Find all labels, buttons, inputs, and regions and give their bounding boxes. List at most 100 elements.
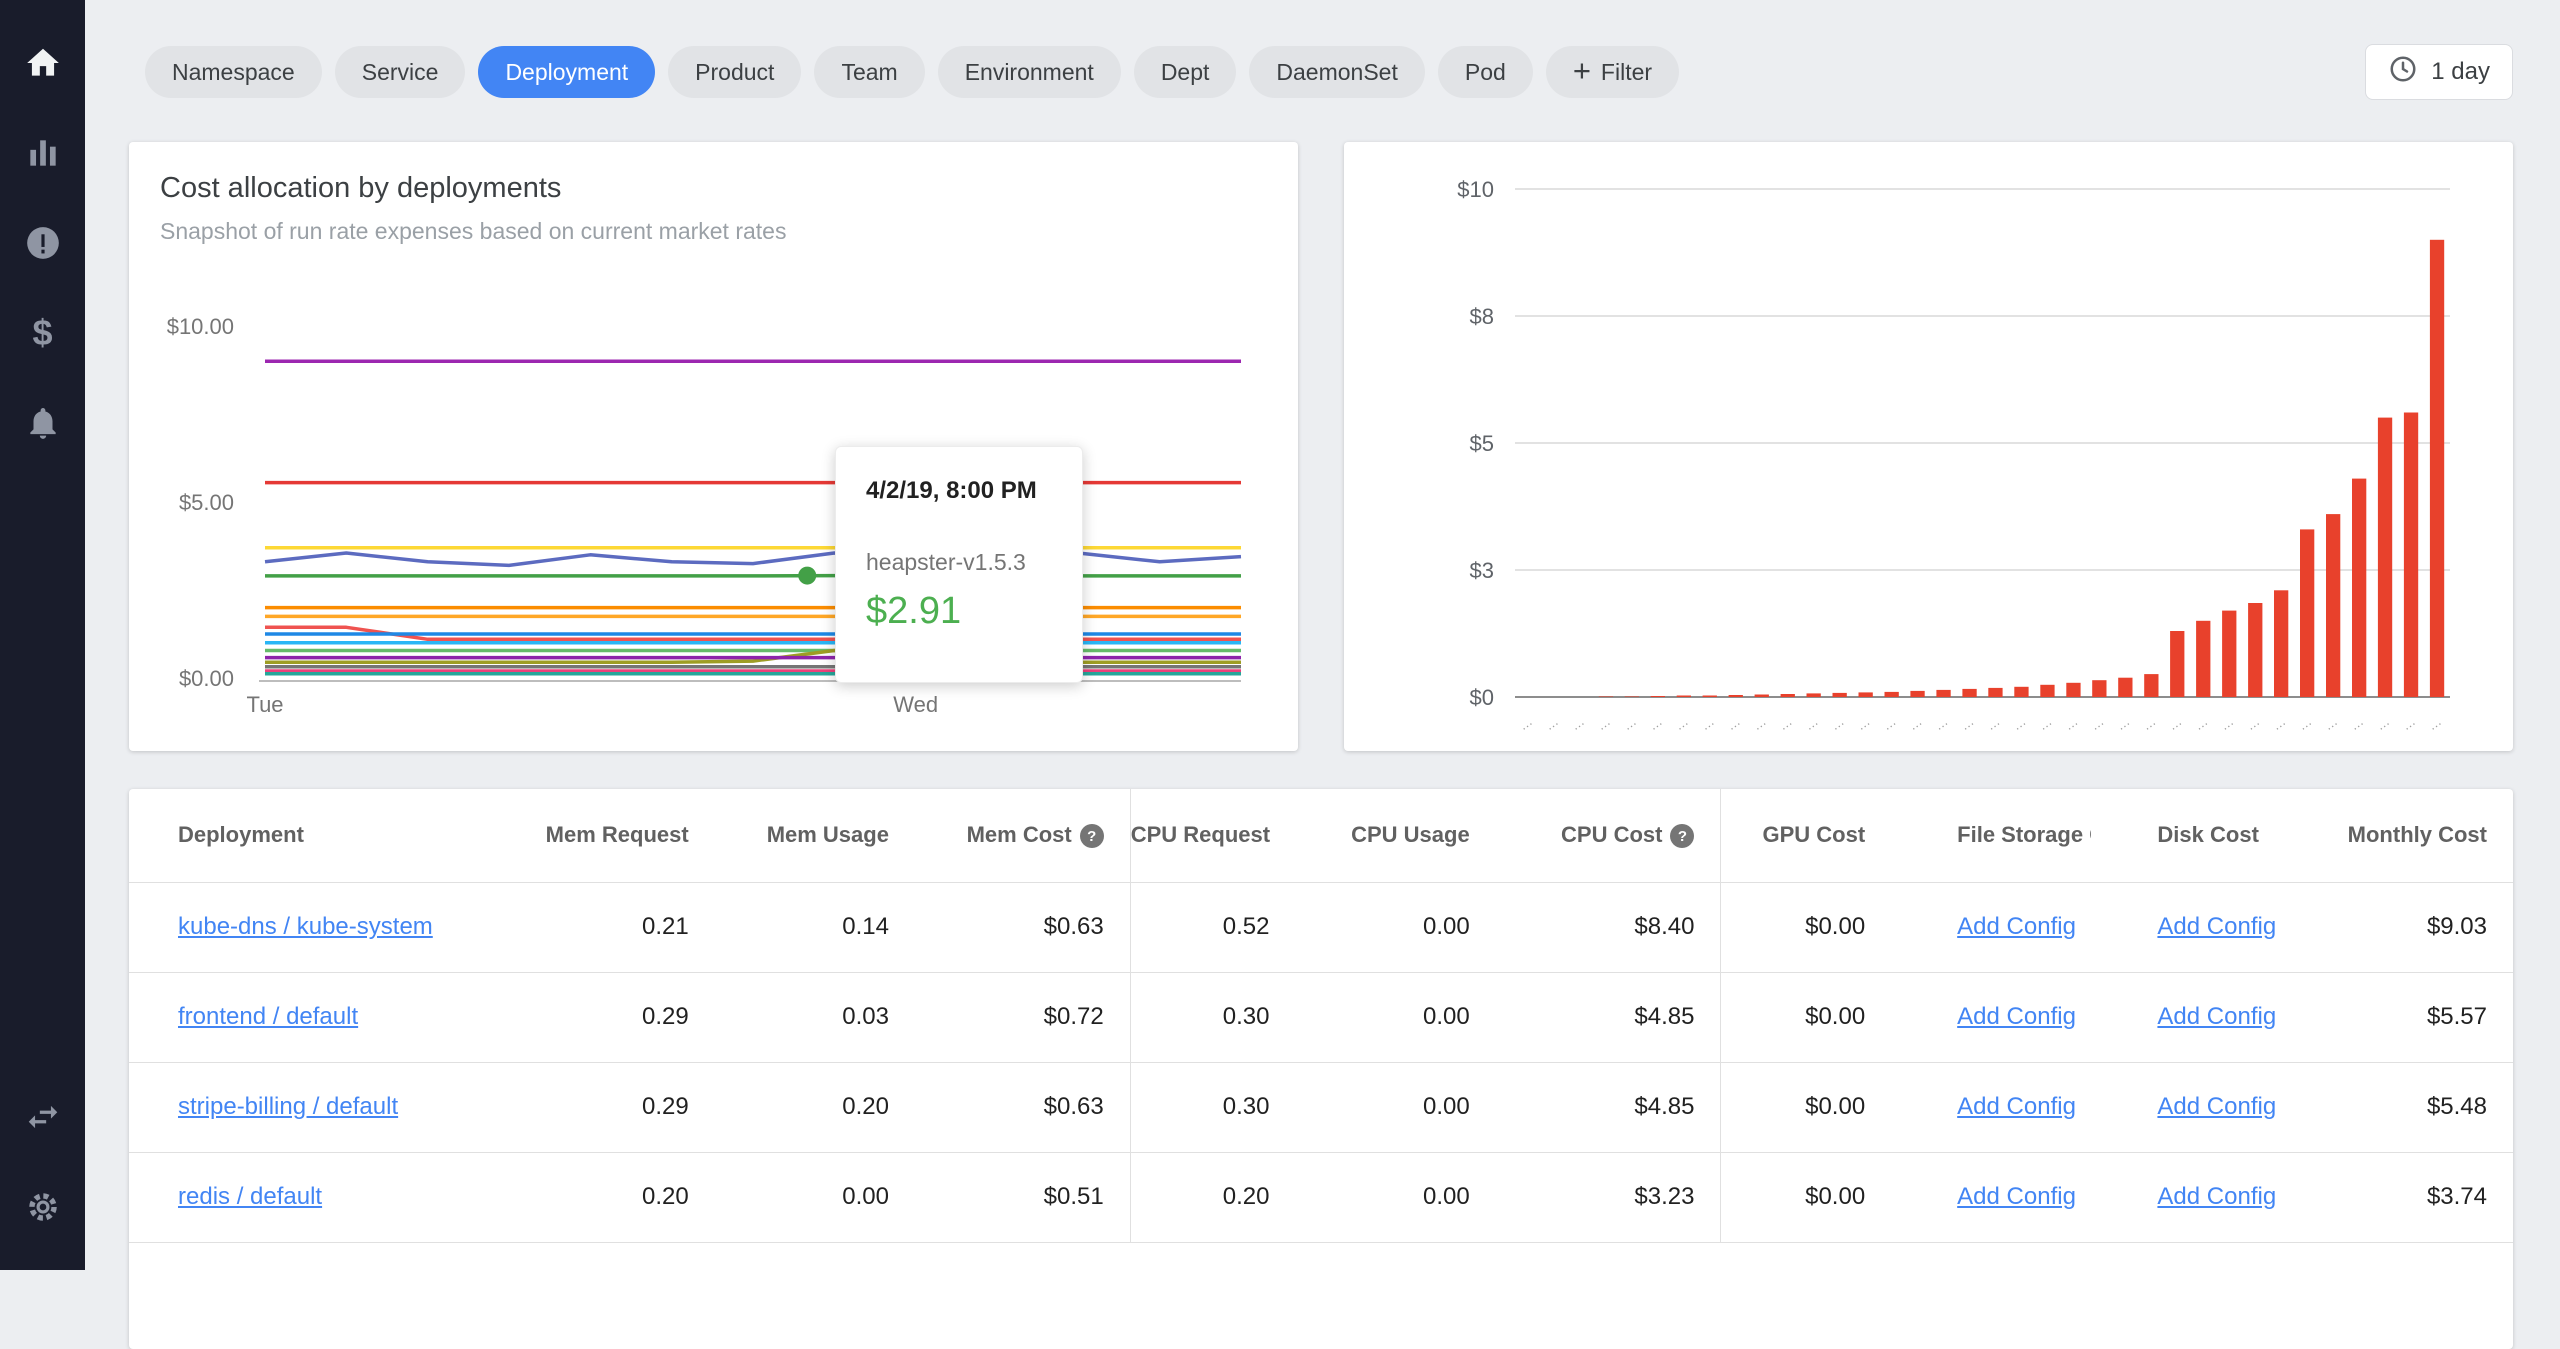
home-icon [24,44,62,82]
table-cell: $0.00 [1720,1062,1892,1153]
filter-bar: Namespace Service Deployment Product Team Env… [129,44,2513,100]
svg-text:…: … [1827,713,1846,733]
add-config-link[interactable]: Add Config [1957,1003,2076,1030]
cost-bar-chart-card: $10 $8 $5 $3 $0 … … … … … … … … … … … … … … … … … … … … … … … … … … … … …… [1344,142,2513,751]
add-config-link[interactable]: Add Config [2157,1183,2276,1210]
help-icon[interactable]: ? [1670,824,1695,849]
table-cell: $5.57 [2281,972,2513,1063]
column-header-label: Mem Cost [966,822,1072,848]
svg-text:…: … [2035,713,2054,733]
svg-text:…: … [1542,713,1561,733]
time-range-button[interactable]: 1 day [2365,44,2513,100]
add-config-link[interactable]: Add Config [1957,1183,2076,1210]
deployment-link[interactable]: frontend / default [178,1003,358,1030]
filter-chip-dept[interactable]: Dept [1133,46,1237,98]
help-icon[interactable]: ? [1079,824,1104,849]
filter-chip-service[interactable]: Service [334,46,466,98]
nav-reports[interactable] [0,108,85,198]
filter-chip-deployment[interactable]: Deployment [478,46,656,98]
deployment-link[interactable]: stripe-billing / default [178,1093,398,1120]
bar-chart-icon [24,134,62,172]
column-header-cpu-cost: CPU Cost? [1495,789,1721,883]
table-cell: 0.29 [529,1062,715,1153]
column-header-file-storage-co: File Storage Co [1891,789,2092,883]
column-header-label: CPU Request [1130,822,1271,848]
alert-circle-icon [24,224,62,262]
table-cell: $0.51 [914,1152,1131,1243]
svg-text:…: … [1879,713,1898,733]
svg-text:$0: $0 [1470,685,1494,710]
aggregation-pills: Namespace Service Deployment Product Team Env… [145,46,2365,98]
svg-text:…: … [1672,713,1691,733]
table-cell: $9.03 [2281,882,2513,973]
table-cell: $0.00 [1720,972,1892,1063]
main-content: Namespace Service Deployment Product Team Env… [85,0,2560,1349]
sidebar-bottom-nav [0,1072,85,1252]
card-title: Cost allocation by deployments [160,172,562,204]
deployment-link[interactable]: kube-dns / kube-system [178,913,433,940]
bar-chart[interactable]: $10 $8 $5 $3 $0 … … … … … … … … … … … … … … … … … … … … … … … … … … … … …… [1344,142,2513,751]
nav-switch-context[interactable] [0,1072,85,1162]
svg-text:$5: $5 [1470,431,1494,456]
nav-savings[interactable]: $ [0,288,85,378]
table-row: stripe-billing / default 0.29 0.20 $0.63 0.3… [129,1062,2513,1153]
filter-chip-product[interactable]: Product [668,46,802,98]
sidebar-top-nav: $ [0,0,85,468]
dollar-icon: $ [32,312,53,353]
table-cell: 0.14 [714,882,915,973]
filter-chip-team[interactable]: Team [814,46,925,98]
table-cell: 0.00 [1295,882,1496,973]
nav-notifications[interactable] [0,378,85,468]
add-config-link[interactable]: Add Config [2157,913,2276,940]
filter-chip-daemonset[interactable]: DaemonSet [1249,46,1425,98]
table-row: redis / default 0.20 0.00 $0.51 0.20 0.00 $3.2… [129,1152,2513,1243]
svg-text:…: … [2243,713,2262,733]
svg-text:…: … [2399,713,2418,733]
bell-icon [24,404,62,442]
deployment-link[interactable]: redis / default [178,1183,322,1210]
nav-alerts[interactable] [0,198,85,288]
sidebar: $ [0,0,85,1270]
add-config-link[interactable]: Add Config [1957,913,2076,940]
filter-chip-namespace[interactable]: Namespace [145,46,322,98]
svg-text:…: … [2295,713,2314,733]
svg-text:…: … [1594,713,1613,733]
svg-text:$8: $8 [1470,304,1494,329]
table-cell: 0.30 [1129,1062,1296,1153]
table-cell: $8.40 [1495,882,1721,973]
table-row: kube-dns / kube-system 0.21 0.14 $0.63 0.52 0… [129,882,2513,973]
table-cell: $0.63 [914,1062,1131,1153]
add-config-link[interactable]: Add Config [1957,1093,2076,1120]
column-header-cpu-request: CPU Request [1129,789,1296,883]
time-range-label: 1 day [2431,58,2490,85]
deployments-cost-table: Deployment Mem Request Mem Usage Mem Cost? C… [129,789,2513,1243]
filter-chip-pod[interactable]: Pod [1437,46,1533,98]
add-config-link[interactable]: Add Config [2157,1093,2276,1120]
column-header-disk-cost: Disk Cost [2091,789,2282,883]
svg-text:$10.00: $10.00 [167,314,234,339]
svg-text:$0.00: $0.00 [179,666,234,691]
table-cell: $3.23 [1495,1152,1721,1243]
svg-text:…: … [2191,713,2210,733]
column-header-mem-usage: Mem Usage [714,789,915,883]
table-header-row: Deployment Mem Request Mem Usage Mem Cost? C… [129,789,2513,883]
add-config-link[interactable]: Add Config [2157,1003,2276,1030]
svg-text:…: … [1931,713,1950,733]
table-cell: $4.85 [1495,972,1721,1063]
table-cell: 0.52 [1129,882,1296,973]
column-header-mem-request: Mem Request [529,789,715,883]
table-cell: $0.00 [1720,1152,1892,1243]
column-header-gpu-cost: GPU Cost [1720,789,1892,883]
column-header-label: Mem Usage [766,822,889,848]
table-cell: 0.00 [1295,1152,1496,1243]
svg-text:…: … [1568,713,1587,733]
column-header-label: Deployment [178,822,304,848]
table-cell: 0.20 [1129,1152,1296,1243]
nav-home[interactable] [0,18,85,108]
svg-text:…: … [1620,713,1639,733]
kubecost-dashboard: $ Namespace Service Deployment Product Team E… [0,0,2560,1349]
nav-settings[interactable] [0,1162,85,1252]
column-header-monthly-cost: Monthly Cost [2281,789,2513,883]
add-filter-button[interactable]: + Filter [1545,46,1680,98]
filter-chip-environment[interactable]: Environment [937,46,1121,98]
